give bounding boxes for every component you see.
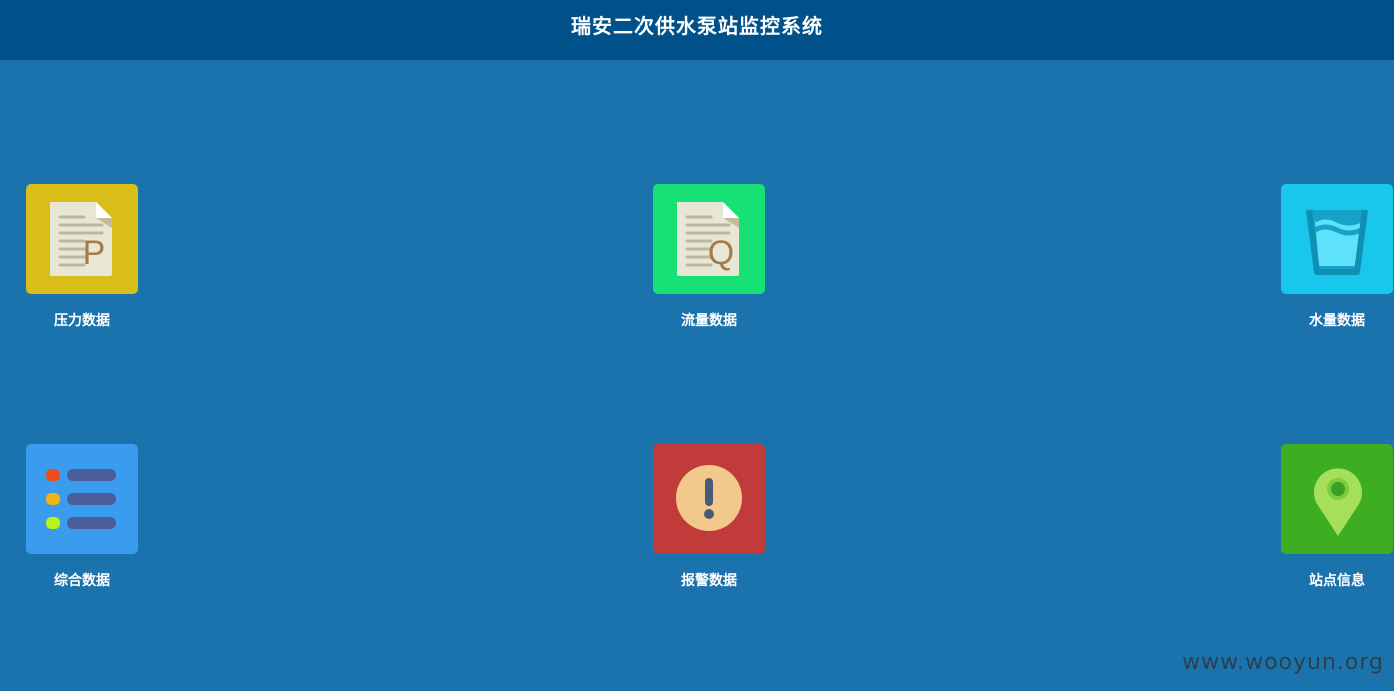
page-title: 瑞安二次供水泵站监控系统 xyxy=(571,14,823,38)
flow-document-icon[interactable]: Q xyxy=(653,184,765,294)
water-cup-icon[interactable] xyxy=(1281,184,1393,294)
tile-alarm-label[interactable]: 报警数据 xyxy=(653,570,765,590)
tile-site-info[interactable]: 站点信息 xyxy=(1281,444,1393,590)
list-icon[interactable] xyxy=(26,444,138,554)
tile-site-label[interactable]: 站点信息 xyxy=(1281,570,1393,590)
tile-pressure-label[interactable]: 压力数据 xyxy=(26,310,138,330)
app-header: 瑞安二次供水泵站监控系统 xyxy=(0,0,1394,60)
alert-icon[interactable] xyxy=(653,444,765,554)
flow-letter: Q xyxy=(708,234,734,272)
tile-combined-label[interactable]: 综合数据 xyxy=(26,570,138,590)
tile-water-label[interactable]: 水量数据 xyxy=(1281,310,1393,330)
watermark: www.wooyun.org xyxy=(1182,650,1384,675)
tile-pressure-data[interactable]: P 压力数据 xyxy=(26,184,138,330)
tile-water-volume[interactable]: 水量数据 xyxy=(1281,184,1393,330)
location-pin-icon[interactable] xyxy=(1281,444,1393,554)
tile-flow-data[interactable]: Q 流量数据 xyxy=(653,184,765,330)
tile-combined-data[interactable]: 综合数据 xyxy=(26,444,138,590)
tile-alarm-data[interactable]: 报警数据 xyxy=(653,444,765,590)
pressure-document-icon[interactable]: P xyxy=(26,184,138,294)
tile-flow-label[interactable]: 流量数据 xyxy=(653,310,765,330)
pressure-letter: P xyxy=(83,234,106,272)
